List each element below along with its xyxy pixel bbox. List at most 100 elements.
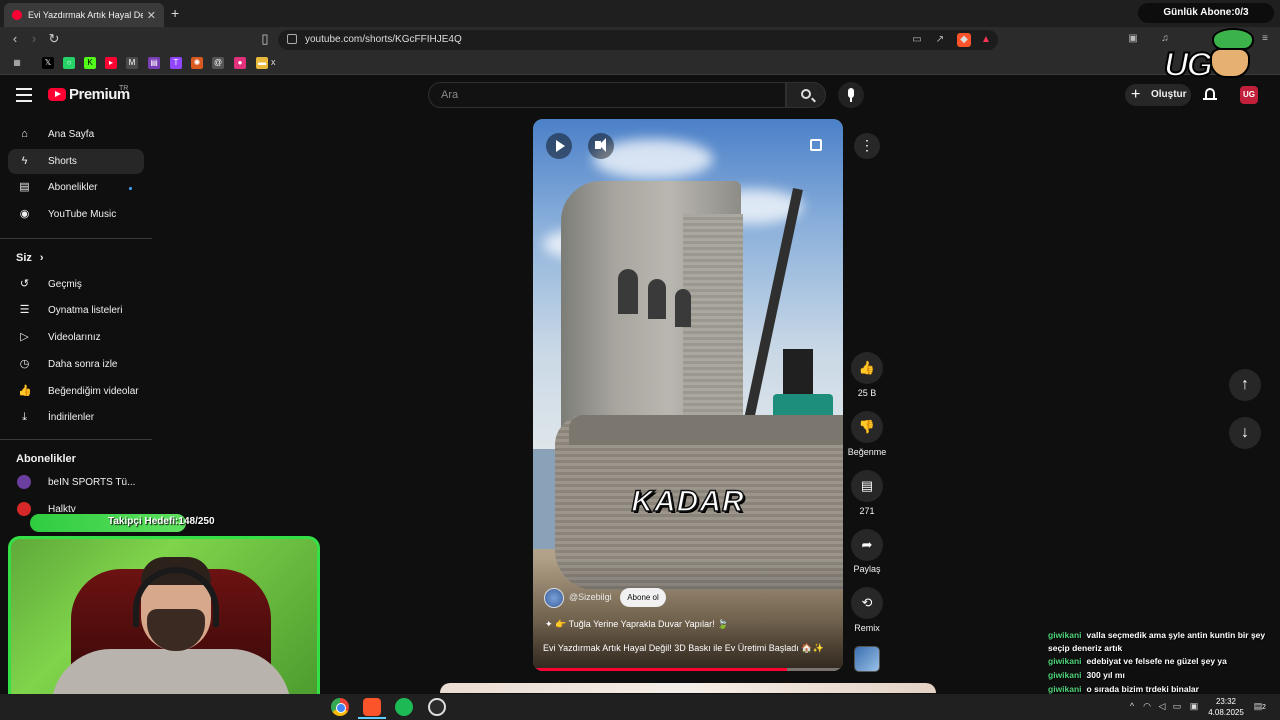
notification-count: 2 [1262,704,1266,711]
language-icon[interactable]: ▣ [1189,701,1199,711]
sidebar-item-label: Ana Sayfa [48,129,95,140]
network-icon[interactable]: ◠ [1142,701,1152,711]
obs-taskbar-icon[interactable] [428,698,446,716]
search-button[interactable] [786,82,826,108]
new-tab-button[interactable]: + [171,5,179,21]
subscribe-button[interactable]: Abone ol [620,588,666,607]
chat-username: giwikani [1048,670,1082,680]
sidebar-item-ana-sayfa[interactable]: ⌂ Ana Sayfa [8,122,144,147]
search-icon [801,89,811,99]
sidebar-item-abonelikler[interactable]: ▤ Abonelikler [8,175,144,200]
sidebar-toggle-icon[interactable]: ▣ [1127,33,1139,45]
play-icon [556,140,565,152]
remix-icon: ⟲ [861,595,873,610]
youtube-logo-icon[interactable] [48,88,66,101]
sidebar-item-youtube-music[interactable]: ◉ YouTube Music [8,202,144,227]
brave-taskbar-icon[interactable] [363,698,381,716]
folder-bookmark-label[interactable]: x [271,57,276,67]
threads-bookmark-icon[interactable]: @ [212,57,224,69]
sidebar-item-shorts[interactable]: ϟ Shorts [8,149,144,174]
chat-username: giwikani [1048,684,1082,694]
chat-text: edebiyat ve felsefe ne güzel şey ya [1086,656,1227,666]
kick-bookmark-icon[interactable]: K [84,57,96,69]
sidebar-subscription-item[interactable]: beIN SPORTS Tü... [8,470,144,495]
bookmark-sun-icon[interactable]: ✺ [191,57,203,69]
volume-button[interactable] [588,133,614,159]
chat-message: giwikani 300 yıl mı [1048,669,1270,682]
sidebar-item-geçmiş[interactable]: ↺ Geçmiş [8,272,144,297]
volume-tray-icon[interactable]: ◁ [1157,701,1167,711]
dislike-button[interactable]: 👎 [851,411,883,443]
tray-chevron-icon[interactable]: ^ [1127,701,1137,711]
video-title[interactable]: Evi Yazdırmak Artık Hayal Değil! 3D Bask… [543,643,833,654]
dislike-label: Beğenme [847,447,887,457]
subscription-label: beIN SPORTS Tü... [48,477,136,488]
address-bar[interactable]: youtube.com/shorts/KGcFFIHJE4Q [278,30,998,50]
gmail-bookmark-icon[interactable]: M [126,57,138,69]
shorts-player[interactable]: KADAR @Sizebilgi Abone ol ✦ 👉 Tuğla Yeri… [533,119,843,671]
browser-tab[interactable]: Evi Yazdırmak Artık Hayal Değil ✕ [4,3,164,27]
sidebar-you-header[interactable]: Siz › [16,252,44,264]
arrow-down-icon: ↓ [1241,424,1249,441]
youtube-music-icon: ◉ [19,208,30,220]
play-button[interactable] [546,133,572,159]
building-window [618,269,638,314]
brave-rewards-icon[interactable]: ▲ [979,33,993,47]
previous-short-button[interactable]: ↑ [1229,369,1261,401]
sidebar-item-daha-sonra-izle[interactable]: ◷ Daha sonra izle [8,352,144,377]
whatsapp-bookmark-icon[interactable]: ○ [63,57,75,69]
more-options-button[interactable]: ⋮ [854,133,880,159]
site-info-icon[interactable] [287,34,297,44]
spotify-taskbar-icon[interactable] [395,698,413,716]
twitch-bookmark-icon[interactable]: T [170,57,182,69]
share-page-icon[interactable]: ↗ [934,34,946,46]
back-icon[interactable]: ‹ [7,31,23,47]
forward-icon[interactable]: › [26,31,42,47]
battery-icon[interactable]: ▭ [1172,701,1182,711]
sidebar-item-beğendiğim-videolar[interactable]: 👍 Beğendiğim videolar [8,379,144,404]
reload-icon[interactable]: ↻ [46,31,62,47]
tab-close-icon[interactable]: ✕ [147,9,156,22]
youtube-bookmark-icon[interactable]: ▸ [105,57,117,69]
channel-avatar[interactable] [544,588,564,608]
bookmark-icon[interactable]: ▯ [257,31,273,47]
next-short-preview[interactable] [440,683,936,693]
brave-shields-icon[interactable]: ◆ [957,33,971,47]
like-count: 25 B [857,388,877,398]
comments-button[interactable]: ▤ [851,470,883,502]
channel-name[interactable]: @Sizebilgi [569,592,612,602]
calendar-bookmark-icon[interactable]: ▤ [148,57,160,69]
guide-menu-icon[interactable] [16,88,32,102]
next-short-button[interactable]: ↓ [1229,417,1261,449]
cast-icon[interactable]: ▭ [911,34,923,46]
channel-avatar [17,475,31,489]
home-icon: ⌂ [21,128,28,140]
remix-button[interactable]: ⟲ [851,587,883,619]
new-content-dot [129,187,132,190]
chat-text: o sırada bizim trdeki binalar [1086,684,1199,694]
comment-count: 271 [859,506,875,516]
sidebar-item-i-ndirilenler[interactable]: ⤓ İndirilenler [8,405,144,430]
taskbar-clock[interactable]: 23:32 4.08.2025 [1206,696,1246,718]
printed-wall-top [569,415,843,445]
chat-username: giwikani [1048,656,1082,666]
fullscreen-icon[interactable] [810,139,822,151]
building-layers [683,214,743,449]
sidebar-item-videolarınız[interactable]: ▷ Videolarınız [8,325,144,350]
folder-bookmark-icon[interactable]: ▬ [256,57,268,69]
follower-goal-text: Takipçi Hedefi:148/250 [108,516,215,527]
x-bookmark-icon[interactable]: 𝕏 [42,57,54,69]
sound-thumbnail[interactable] [854,646,880,672]
chevron-right-icon: › [39,252,44,264]
sidebar-item-label: Daha sonra izle [48,359,118,370]
like-button[interactable]: 👍 [851,352,883,384]
voice-search-button[interactable] [838,82,864,108]
chat-bookmark-icon[interactable]: ● [234,57,246,69]
apps-grid-icon[interactable]: ▦ [11,57,23,69]
chrome-taskbar-icon[interactable] [331,698,349,716]
share-button[interactable]: ➦ [851,529,883,561]
video-subtitle[interactable]: ✦ 👉 Tuğla Yerine Yaprakla Duvar Yapılar!… [545,619,728,630]
sidebar-item-oynatma-listeleri[interactable]: ☰ Oynatma listeleri [8,298,144,323]
search-input[interactable]: Ara [428,82,786,108]
notifications-icon[interactable] [1203,88,1217,102]
